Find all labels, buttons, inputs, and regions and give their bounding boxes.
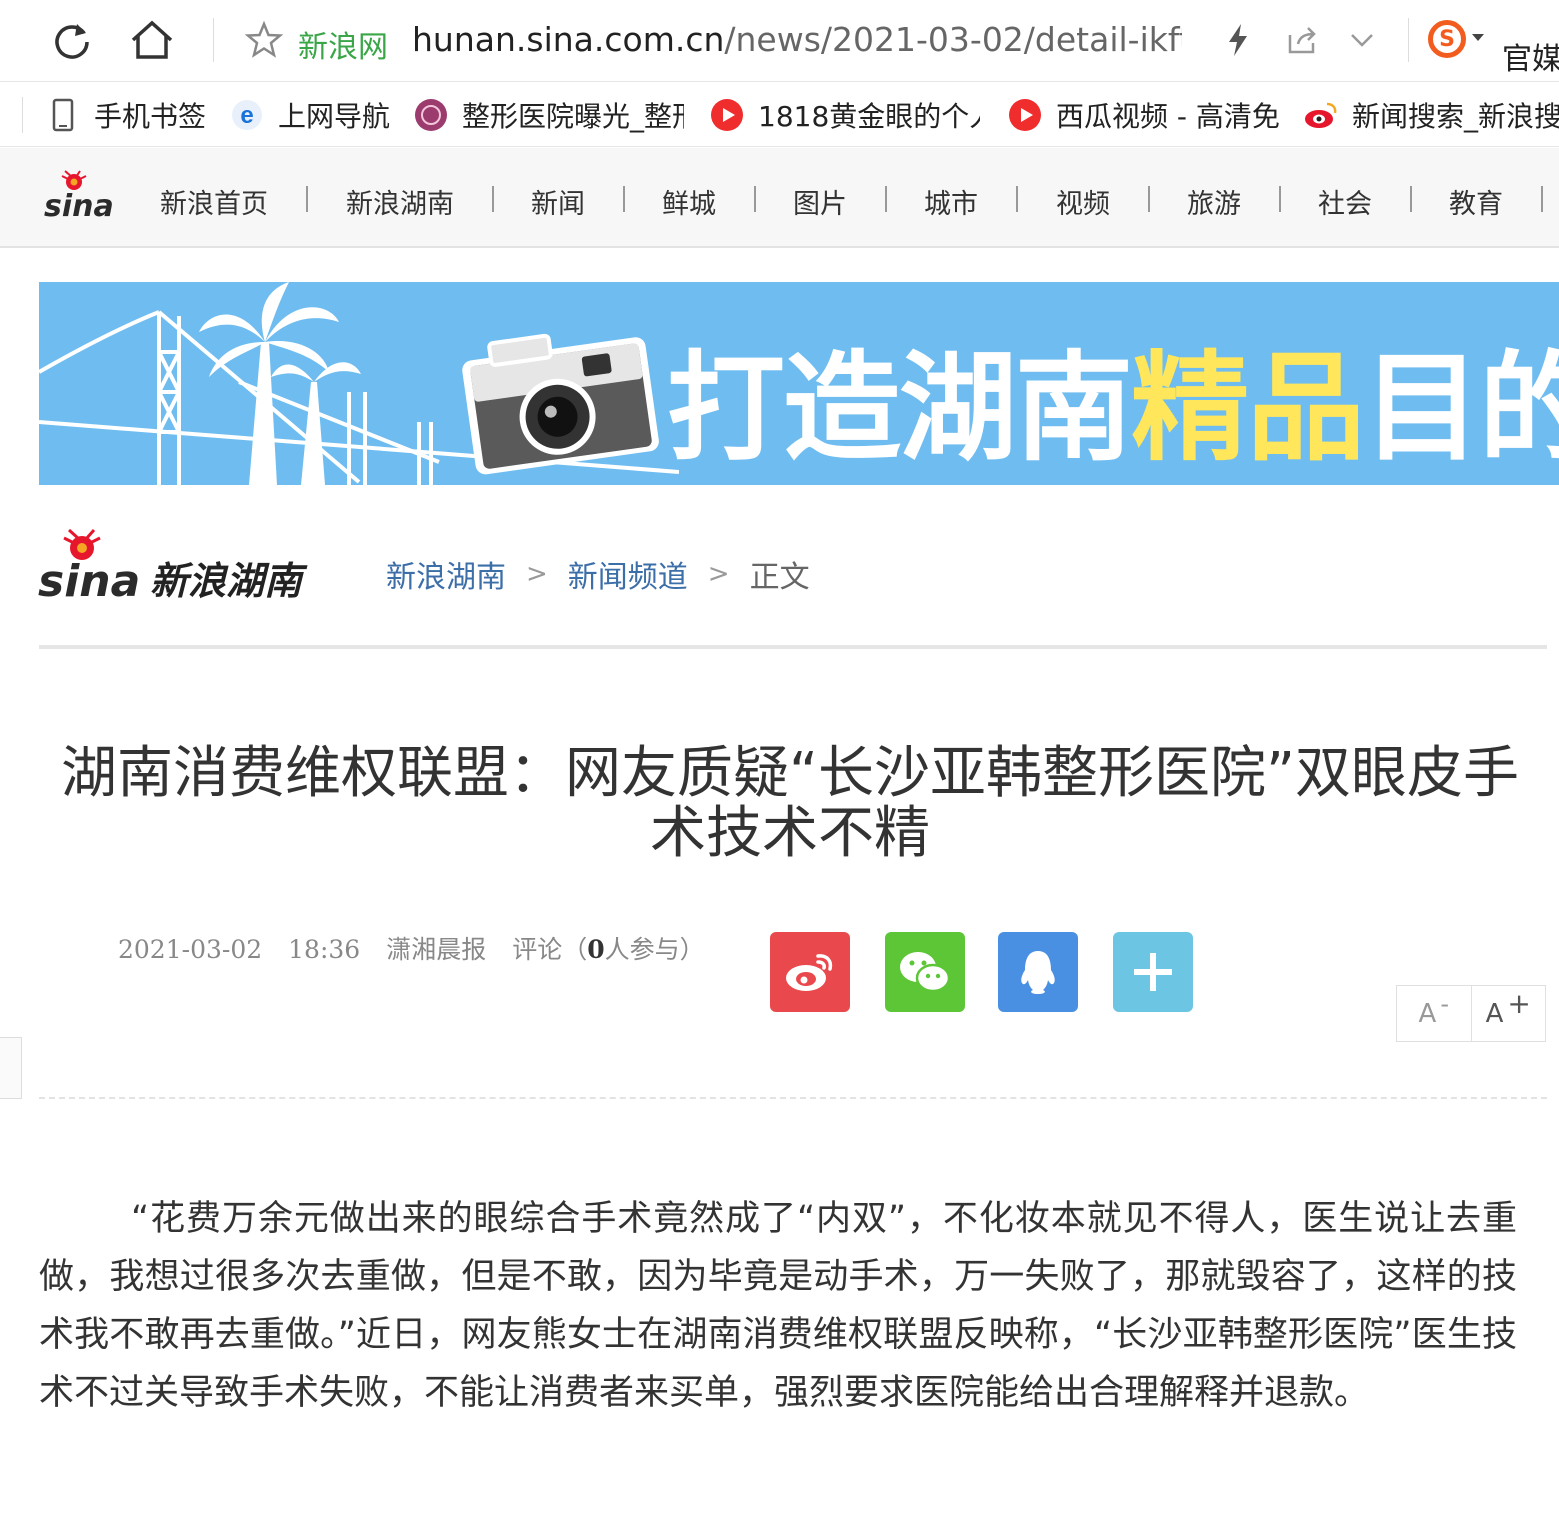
qq-penguin-icon	[1021, 951, 1055, 994]
bookmark-item[interactable]: 1818黄金眼的个人	[710, 93, 980, 137]
nav-item-home[interactable]: 新浪首页	[160, 182, 268, 221]
banner-headline: 打造湖南精品目的	[667, 312, 1559, 483]
bookmarks-bar: 手机书签 e 上网导航 整形医院曝光_整形 1818黄金眼的个人 西瓜视频 - …	[0, 83, 1559, 147]
weibo-icon	[786, 954, 833, 991]
play-icon	[710, 98, 744, 132]
font-size-control: A- A +	[1396, 985, 1546, 1042]
camera-illustration	[462, 333, 659, 475]
chevron-right-icon: >	[526, 559, 548, 589]
sogou-icon[interactable]: S	[1428, 20, 1466, 58]
nav-item-travel[interactable]: 旅游	[1187, 182, 1241, 221]
banner-text-highlight: 精品	[1131, 339, 1365, 477]
address-bar[interactable]: hunan.sina.com.cn/news/2021-03-02/detail…	[412, 20, 1182, 59]
side-tab[interactable]	[0, 1037, 22, 1099]
comments-prefix: 评论（	[512, 935, 588, 964]
share-icon[interactable]	[1278, 16, 1326, 64]
sina-hunan-logo[interactable]: sina	[38, 528, 146, 612]
article-source[interactable]: 潇湘晨报	[386, 935, 486, 964]
bookmark-label: 新闻搜索_新浪搜索	[1352, 100, 1559, 133]
bookmark-label: 1818黄金眼的个人	[758, 100, 980, 133]
share-more-button[interactable]	[1113, 932, 1193, 1012]
star-icon[interactable]	[240, 16, 288, 64]
comments-link[interactable]: 评论（0人参与）	[512, 935, 704, 964]
article-date: 2021-03-02	[118, 935, 263, 964]
weibo-icon	[1304, 98, 1338, 132]
nav-item-hunan[interactable]: 新浪湖南	[346, 182, 454, 221]
share-qq-button[interactable]	[998, 932, 1078, 1012]
ie-icon: e	[230, 98, 264, 132]
official-label[interactable]: 官媒	[1502, 34, 1559, 78]
svg-text:sina: sina	[38, 556, 140, 607]
bookmark-item[interactable]: 手机书签	[46, 93, 216, 137]
site-name: 新浪网	[298, 30, 388, 65]
reload-icon[interactable]	[48, 16, 96, 64]
bookmark-label: 手机书签	[94, 100, 207, 133]
chevron-down-icon[interactable]	[1338, 16, 1386, 64]
share-wechat-button[interactable]	[885, 932, 965, 1012]
nav-item-society[interactable]: 社会	[1318, 182, 1372, 221]
divider	[39, 645, 1547, 649]
ad-banner[interactable]: 打造湖南精品目的	[39, 282, 1559, 485]
dashed-divider	[39, 1097, 1547, 1099]
font-increase-label: A	[1485, 998, 1504, 1029]
nav-item-photos[interactable]: 图片	[793, 182, 847, 221]
plus-icon: +	[1507, 987, 1531, 1020]
browser-toolbar: 新浪网 hunan.sina.com.cn/news/2021-03-02/de…	[0, 0, 1559, 82]
nav-item-xiancheng[interactable]: 鲜城	[662, 182, 716, 221]
breadcrumb: 新浪湖南 > 新闻频道 > 正文	[386, 552, 810, 596]
nav-item-education[interactable]: 教育	[1449, 182, 1503, 221]
breadcrumb-hunan[interactable]: 新浪湖南	[386, 552, 506, 596]
minus-icon: -	[1440, 989, 1449, 1018]
nav-item-news[interactable]: 新闻	[531, 182, 585, 221]
hospital-logo-icon	[414, 98, 448, 132]
article-meta: 2021-03-02 18:36 潇湘晨报 评论（0人参与）	[118, 930, 705, 966]
sina-logo[interactable]: sina	[44, 170, 120, 226]
comments-suffix: 人参与）	[604, 935, 705, 964]
font-decrease-label: A	[1418, 998, 1437, 1029]
plus-icon	[1134, 953, 1172, 991]
font-increase-button[interactable]: A +	[1472, 986, 1546, 1041]
lightning-icon[interactable]	[1214, 16, 1262, 64]
url-path: /news/2021-03-02/detail-ikftssap	[724, 20, 1182, 59]
svg-text:sina: sina	[44, 189, 114, 222]
home-icon[interactable]	[128, 16, 176, 64]
article-title: 湖南消费维权联盟：网友质疑“长沙亚韩整形医院”双眼皮手术技术不精	[60, 741, 1520, 866]
bookmark-item[interactable]: 整形医院曝光_整形	[414, 93, 684, 137]
url-host: hunan.sina.com.cn	[412, 20, 725, 59]
bookmark-label: 西瓜视频 - 高清免	[1056, 100, 1280, 133]
comments-count: 0	[587, 935, 605, 964]
article-time: 18:36	[288, 935, 361, 964]
svg-text:e: e	[240, 102, 253, 129]
font-decrease-button[interactable]: A-	[1397, 986, 1472, 1041]
nav-item-city[interactable]: 城市	[924, 182, 978, 221]
article-paragraph: “花费万余元做出来的眼综合手术竟然成了“内双”，不化妆本就见不得人，医生说让去重…	[39, 1199, 1517, 1413]
bookmark-label: 整形医院曝光_整形	[462, 100, 684, 133]
banner-text-before: 打造湖南	[667, 339, 1133, 477]
play-icon	[1008, 98, 1042, 132]
nav-item-video[interactable]: 视频	[1056, 182, 1110, 221]
share-weibo-button[interactable]	[770, 932, 850, 1012]
chevron-right-icon: >	[707, 559, 730, 589]
channel-name: 新浪湖南	[150, 559, 303, 603]
breadcrumb-current: 正文	[749, 560, 810, 595]
bookmark-label: 上网导航	[278, 100, 391, 133]
banner-text-after: 目的	[1363, 339, 1559, 477]
caret-icon[interactable]	[1472, 34, 1484, 41]
wechat-icon	[900, 952, 951, 993]
bookmark-item[interactable]: 西瓜视频 - 高清免	[1008, 93, 1280, 137]
bookmark-item[interactable]: e 上网导航	[230, 93, 400, 137]
breadcrumb-news[interactable]: 新闻频道	[568, 552, 688, 596]
sina-nav: sina 新浪首页 新浪湖南 新闻 鲜城 图片 城市 视频 旅游 社会 教育	[0, 148, 1559, 248]
phone-icon	[46, 98, 80, 132]
bookmark-item[interactable]: 新闻搜索_新浪搜索	[1304, 93, 1559, 137]
